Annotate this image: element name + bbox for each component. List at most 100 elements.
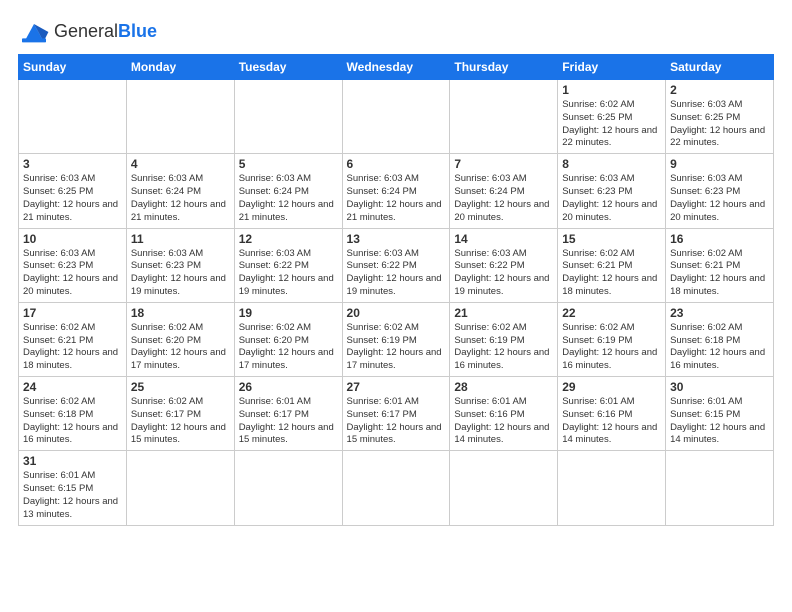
day-number: 31 — [23, 454, 122, 468]
day-number: 4 — [131, 157, 230, 171]
weekday-header-thursday: Thursday — [450, 55, 558, 80]
day-cell: 28 Sunrise: 6:01 AM Sunset: 6:16 PM Dayli… — [450, 377, 558, 451]
weekday-header-saturday: Saturday — [666, 55, 774, 80]
logo: GeneralBlue — [18, 16, 157, 48]
day-cell — [234, 80, 342, 154]
day-cell — [666, 451, 774, 525]
day-number: 19 — [239, 306, 338, 320]
day-number: 27 — [347, 380, 446, 394]
weekday-header-row: SundayMondayTuesdayWednesdayThursdayFrid… — [19, 55, 774, 80]
day-number: 25 — [131, 380, 230, 394]
day-info: Sunrise: 6:03 AM Sunset: 6:23 PM Dayligh… — [23, 248, 122, 299]
day-cell: 9 Sunrise: 6:03 AM Sunset: 6:23 PM Daylig… — [666, 154, 774, 228]
day-cell: 2 Sunrise: 6:03 AM Sunset: 6:25 PM Daylig… — [666, 80, 774, 154]
day-cell: 14Sunrise: 6:03 AM Sunset: 6:22 PM Dayli… — [450, 228, 558, 302]
day-number: 17 — [23, 306, 122, 320]
logo-text: GeneralBlue — [54, 22, 157, 42]
day-cell — [558, 451, 666, 525]
logo-icon — [18, 16, 50, 48]
day-number: 26 — [239, 380, 338, 394]
day-number: 9 — [670, 157, 769, 171]
day-cell: 17Sunrise: 6:02 AM Sunset: 6:21 PM Dayli… — [19, 302, 127, 376]
day-cell: 25 Sunrise: 6:02 AM Sunset: 6:17 PM Dayli… — [126, 377, 234, 451]
day-cell: 7Sunrise: 6:03 AM Sunset: 6:24 PM Daylig… — [450, 154, 558, 228]
day-number: 2 — [670, 83, 769, 97]
day-info: Sunrise: 6:03 AM Sunset: 6:24 PM Dayligh… — [347, 173, 446, 224]
calendar-table: SundayMondayTuesdayWednesdayThursdayFrid… — [18, 54, 774, 526]
day-cell: 10 Sunrise: 6:03 AM Sunset: 6:23 PM Dayli… — [19, 228, 127, 302]
day-number: 5 — [239, 157, 338, 171]
day-number: 22 — [562, 306, 661, 320]
day-cell — [234, 451, 342, 525]
day-number: 18 — [131, 306, 230, 320]
day-info: Sunrise: 6:02 AM Sunset: 6:18 PM Dayligh… — [670, 322, 769, 373]
weekday-header-tuesday: Tuesday — [234, 55, 342, 80]
day-info: Sunrise: 6:03 AM Sunset: 6:24 PM Dayligh… — [239, 173, 338, 224]
day-cell — [450, 451, 558, 525]
day-number: 11 — [131, 232, 230, 246]
day-cell: 23 Sunrise: 6:02 AM Sunset: 6:18 PM Dayli… — [666, 302, 774, 376]
day-info: Sunrise: 6:01 AM Sunset: 6:17 PM Dayligh… — [239, 396, 338, 447]
day-number: 21 — [454, 306, 553, 320]
weekday-header-sunday: Sunday — [19, 55, 127, 80]
day-info: Sunrise: 6:03 AM Sunset: 6:22 PM Dayligh… — [454, 248, 553, 299]
day-number: 28 — [454, 380, 553, 394]
day-info: Sunrise: 6:01 AM Sunset: 6:17 PM Dayligh… — [347, 396, 446, 447]
day-number: 3 — [23, 157, 122, 171]
day-cell: 18 Sunrise: 6:02 AM Sunset: 6:20 PM Dayli… — [126, 302, 234, 376]
day-cell: 27 Sunrise: 6:01 AM Sunset: 6:17 PM Dayli… — [342, 377, 450, 451]
weekday-header-monday: Monday — [126, 55, 234, 80]
calendar-page: GeneralBlue SundayMondayTuesdayWednesday… — [0, 0, 792, 612]
day-cell: 15Sunrise: 6:02 AM Sunset: 6:21 PM Dayli… — [558, 228, 666, 302]
day-info: Sunrise: 6:02 AM Sunset: 6:20 PM Dayligh… — [239, 322, 338, 373]
day-cell: 19 Sunrise: 6:02 AM Sunset: 6:20 PM Dayli… — [234, 302, 342, 376]
weekday-header-wednesday: Wednesday — [342, 55, 450, 80]
day-info: Sunrise: 6:02 AM Sunset: 6:19 PM Dayligh… — [347, 322, 446, 373]
day-cell: 11 Sunrise: 6:03 AM Sunset: 6:23 PM Dayli… — [126, 228, 234, 302]
day-info: Sunrise: 6:03 AM Sunset: 6:23 PM Dayligh… — [131, 248, 230, 299]
day-number: 23 — [670, 306, 769, 320]
week-row-6: 31 Sunrise: 6:01 AM Sunset: 6:15 PM Dayli… — [19, 451, 774, 525]
day-cell: 16 Sunrise: 6:02 AM Sunset: 6:21 PM Dayli… — [666, 228, 774, 302]
day-cell: 1Sunrise: 6:02 AM Sunset: 6:25 PM Daylig… — [558, 80, 666, 154]
day-info: Sunrise: 6:02 AM Sunset: 6:21 PM Dayligh… — [562, 248, 661, 299]
day-info: Sunrise: 6:02 AM Sunset: 6:19 PM Dayligh… — [562, 322, 661, 373]
day-cell — [342, 80, 450, 154]
day-number: 6 — [347, 157, 446, 171]
day-number: 24 — [23, 380, 122, 394]
day-cell: 21Sunrise: 6:02 AM Sunset: 6:19 PM Dayli… — [450, 302, 558, 376]
day-cell: 29Sunrise: 6:01 AM Sunset: 6:16 PM Dayli… — [558, 377, 666, 451]
week-row-2: 3Sunrise: 6:03 AM Sunset: 6:25 PM Daylig… — [19, 154, 774, 228]
day-cell: 31 Sunrise: 6:01 AM Sunset: 6:15 PM Dayli… — [19, 451, 127, 525]
day-info: Sunrise: 6:03 AM Sunset: 6:23 PM Dayligh… — [670, 173, 769, 224]
day-cell: 20 Sunrise: 6:02 AM Sunset: 6:19 PM Dayli… — [342, 302, 450, 376]
day-info: Sunrise: 6:01 AM Sunset: 6:15 PM Dayligh… — [23, 470, 122, 521]
day-info: Sunrise: 6:03 AM Sunset: 6:23 PM Dayligh… — [562, 173, 661, 224]
day-number: 13 — [347, 232, 446, 246]
day-info: Sunrise: 6:03 AM Sunset: 6:25 PM Dayligh… — [670, 99, 769, 150]
day-number: 16 — [670, 232, 769, 246]
day-info: Sunrise: 6:02 AM Sunset: 6:20 PM Dayligh… — [131, 322, 230, 373]
week-row-1: 1Sunrise: 6:02 AM Sunset: 6:25 PM Daylig… — [19, 80, 774, 154]
day-number: 12 — [239, 232, 338, 246]
day-number: 7 — [454, 157, 553, 171]
day-cell — [126, 80, 234, 154]
day-cell — [450, 80, 558, 154]
day-cell: 13Sunrise: 6:03 AM Sunset: 6:22 PM Dayli… — [342, 228, 450, 302]
day-number: 20 — [347, 306, 446, 320]
day-info: Sunrise: 6:01 AM Sunset: 6:16 PM Dayligh… — [454, 396, 553, 447]
day-info: Sunrise: 6:03 AM Sunset: 6:24 PM Dayligh… — [131, 173, 230, 224]
day-info: Sunrise: 6:02 AM Sunset: 6:17 PM Dayligh… — [131, 396, 230, 447]
day-cell: 8 Sunrise: 6:03 AM Sunset: 6:23 PM Daylig… — [558, 154, 666, 228]
day-cell — [19, 80, 127, 154]
day-info: Sunrise: 6:03 AM Sunset: 6:22 PM Dayligh… — [239, 248, 338, 299]
week-row-3: 10 Sunrise: 6:03 AM Sunset: 6:23 PM Dayli… — [19, 228, 774, 302]
day-number: 29 — [562, 380, 661, 394]
day-number: 10 — [23, 232, 122, 246]
day-number: 30 — [670, 380, 769, 394]
day-info: Sunrise: 6:02 AM Sunset: 6:21 PM Dayligh… — [670, 248, 769, 299]
day-number: 8 — [562, 157, 661, 171]
weekday-header-friday: Friday — [558, 55, 666, 80]
day-info: Sunrise: 6:02 AM Sunset: 6:18 PM Dayligh… — [23, 396, 122, 447]
day-cell — [342, 451, 450, 525]
